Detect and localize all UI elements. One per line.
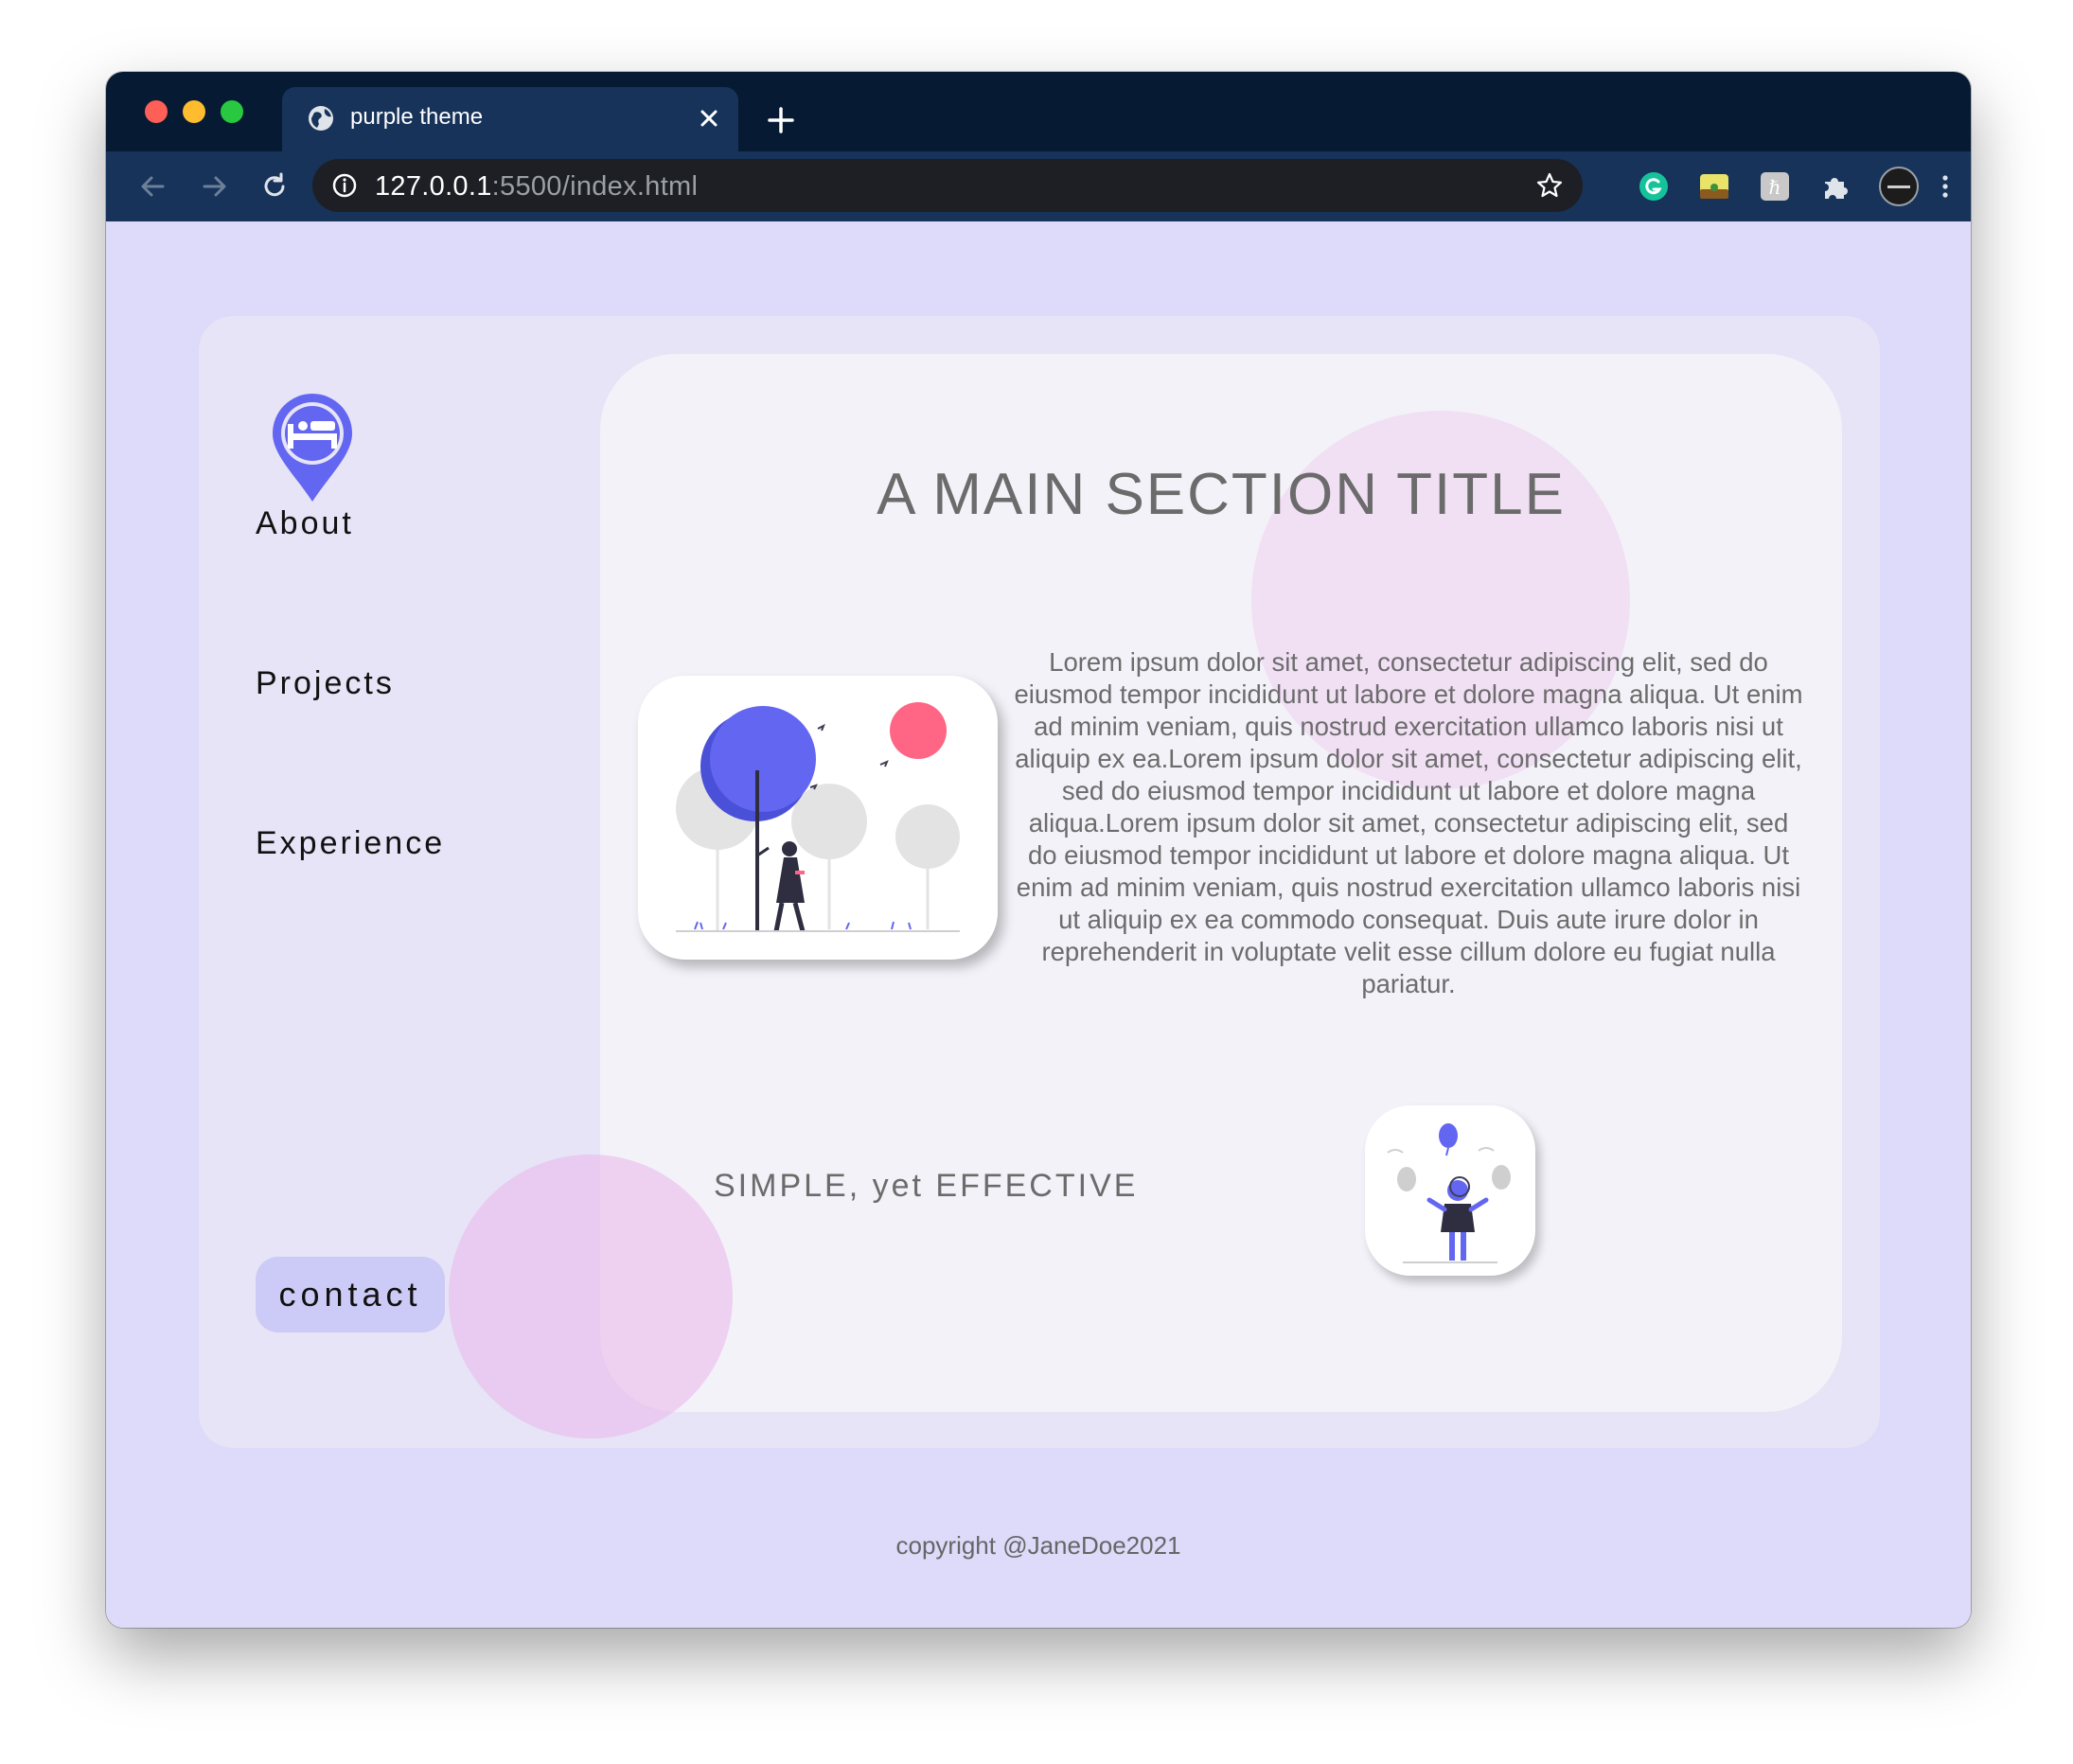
contact-button[interactable]: contact [256, 1257, 445, 1332]
h-extension-icon[interactable]: ℏ [1759, 170, 1791, 203]
close-tab-icon[interactable] [697, 106, 721, 131]
reload-icon[interactable] [257, 169, 292, 203]
tab-title: purple theme [350, 104, 484, 130]
site-info-icon[interactable] [331, 172, 358, 199]
nav-link-experience[interactable]: Experience [256, 825, 445, 862]
back-arrow-icon[interactable] [136, 169, 170, 203]
main-body-text: Lorem ipsum dolor sit amet, consectetur … [1014, 647, 1803, 998]
grammarly-icon[interactable] [1638, 170, 1670, 203]
more-menu-icon[interactable] [1939, 170, 1952, 203]
browser-tab[interactable]: purple theme [282, 87, 738, 151]
close-window-button[interactable] [145, 100, 168, 123]
woman-walking-park-illustration [676, 702, 960, 932]
tagline: SIMPLE, yet EFFECTIVE [714, 1168, 1139, 1204]
decorative-bubble-bottom [449, 1155, 733, 1438]
globe-icon [309, 106, 333, 131]
tab-strip: purple theme [106, 72, 1971, 151]
person-juggling-illustration [1387, 1123, 1511, 1263]
landscape-extension-icon[interactable] [1698, 170, 1730, 203]
illustration-card-walking [638, 676, 998, 960]
footer-copyright: copyright @JaneDoe2021 [895, 1531, 1181, 1560]
main-section-title: A MAIN SECTION TITLE [877, 462, 1566, 527]
browser-toolbar: 127.0.0.1:5500/index.html ℏ [106, 151, 1971, 222]
nav-link-about[interactable]: About [256, 505, 354, 542]
profile-avatar-icon[interactable] [1878, 166, 1920, 207]
page-viewport: About Projects Experience contact A MAIN… [106, 221, 1971, 1628]
bookmark-star-icon[interactable] [1535, 171, 1564, 200]
browser-window: purple theme 127.0.0.1:5500/index.html ℏ… [106, 72, 1971, 1628]
maximize-window-button[interactable] [221, 100, 243, 123]
forward-arrow-icon[interactable] [197, 169, 231, 203]
puzzle-icon[interactable] [1819, 170, 1852, 203]
new-tab-icon[interactable] [765, 104, 797, 136]
url-text: 127.0.0.1:5500/index.html [375, 171, 699, 202]
svg-text:ℏ: ℏ [1769, 176, 1781, 199]
illustration-card-juggling [1365, 1105, 1535, 1276]
address-bar[interactable]: 127.0.0.1:5500/index.html [312, 159, 1583, 212]
minimize-window-button[interactable] [183, 100, 205, 123]
hotel-location-pin-icon[interactable] [269, 390, 356, 505]
nav-link-projects[interactable]: Projects [256, 665, 395, 702]
